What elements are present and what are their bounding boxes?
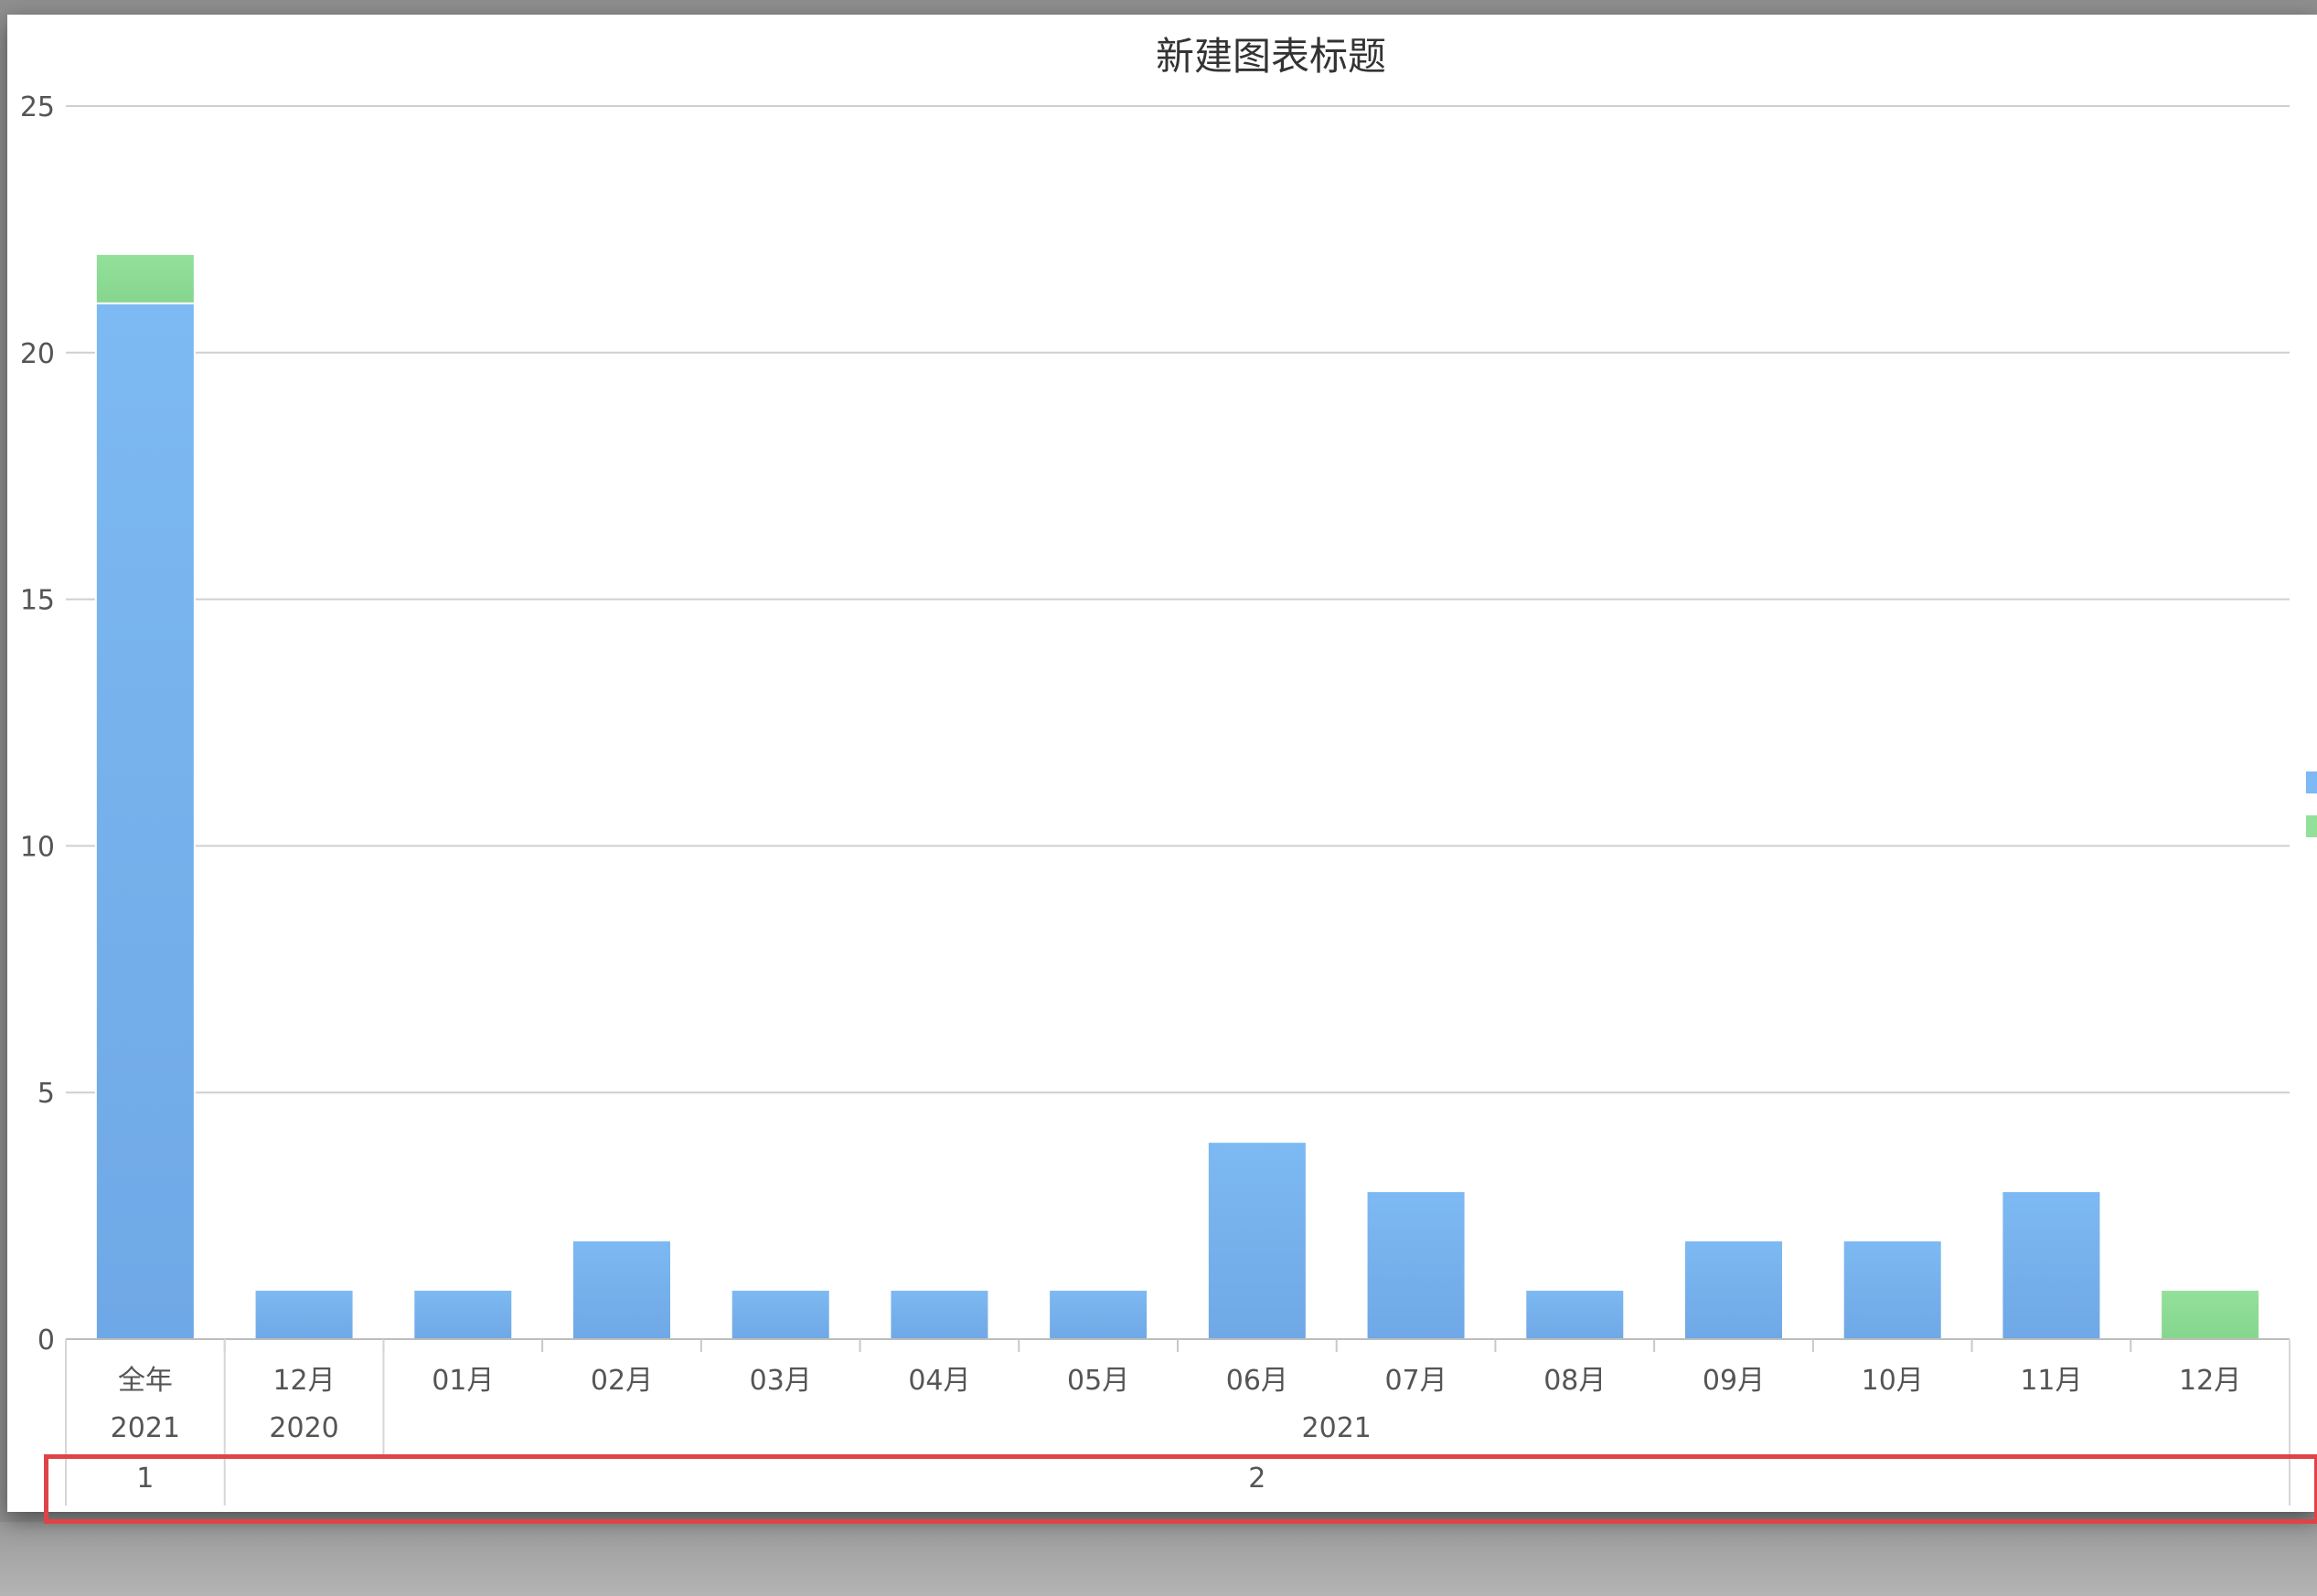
x-group-label: 2021 <box>111 1412 180 1444</box>
x-tick-label: 04月 <box>908 1365 970 1397</box>
y-axis: 0 5 10 15 20 25 <box>20 91 55 1357</box>
bars <box>94 252 2261 1341</box>
bar <box>412 1289 514 1341</box>
x-tick-label: 10月 <box>1862 1365 1924 1397</box>
grid-lines <box>66 105 2290 1094</box>
bar <box>94 252 196 304</box>
bar <box>1842 1240 1943 1340</box>
bar <box>2160 1289 2261 1341</box>
x-tick-label: 11月 <box>2020 1365 2082 1397</box>
x-tick-label: 08月 <box>1543 1365 1606 1397</box>
bar <box>1206 1141 1308 1341</box>
y-tick-label: 20 <box>20 338 55 370</box>
x-tick-label: 全年 <box>118 1365 173 1397</box>
bar <box>730 1289 831 1341</box>
bar <box>94 302 196 1341</box>
x-tick-label: 12月 <box>2179 1365 2241 1397</box>
y-tick-label: 10 <box>20 831 55 863</box>
y-tick-label: 0 <box>37 1325 55 1357</box>
y-tick-label: 5 <box>37 1078 55 1110</box>
x-tick-label: 02月 <box>591 1365 653 1397</box>
y-tick-label: 25 <box>20 91 55 123</box>
bar <box>253 1289 355 1341</box>
x-tick-label: 05月 <box>1067 1365 1129 1397</box>
x-group-label: 2021 <box>1302 1412 1372 1444</box>
bar <box>2001 1190 2102 1340</box>
chart-title: 新建图表标题 <box>1156 34 1386 79</box>
bar <box>889 1289 990 1341</box>
legend-swatch <box>2306 771 2317 793</box>
bar <box>571 1240 672 1340</box>
highlight-box <box>44 1454 2317 1524</box>
x-tick-label: 03月 <box>750 1365 812 1397</box>
x-tick-label: 12月 <box>272 1365 335 1397</box>
legend <box>2306 771 2317 837</box>
chart-panel: 0 5 10 15 20 25 全年 12月 01月 02月 03月 04月 05月 06月 07月 08月… <box>7 15 2317 1524</box>
chart: 0 5 10 15 20 25 全年 12月 01月 02月 03月 04月 05月 06月 07月 08月… <box>20 34 2317 1506</box>
bar <box>1365 1190 1467 1340</box>
backdrop <box>0 1522 2317 1596</box>
bar <box>1524 1289 1626 1341</box>
x-tick-label: 07月 <box>1384 1365 1447 1397</box>
x-tick-label: 06月 <box>1226 1365 1288 1397</box>
y-tick-label: 15 <box>20 585 55 617</box>
bar <box>1683 1240 1784 1340</box>
bar <box>1048 1289 1149 1341</box>
x-tick-label: 09月 <box>1703 1365 1765 1397</box>
legend-swatch <box>2306 815 2317 837</box>
x-tick-label: 01月 <box>432 1365 494 1397</box>
x-group-label: 2020 <box>269 1412 338 1444</box>
